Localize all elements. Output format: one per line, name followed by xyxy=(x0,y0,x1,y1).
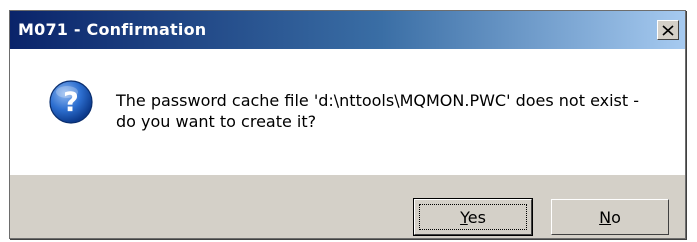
no-button[interactable]: No xyxy=(551,199,669,235)
yes-mnemonic: Y xyxy=(460,207,468,227)
no-label-rest: o xyxy=(611,207,621,227)
no-mnemonic: N xyxy=(599,207,612,227)
close-icon xyxy=(662,24,674,36)
message-line-2: do you want to create it? xyxy=(116,112,317,131)
svg-text:?: ? xyxy=(63,87,79,118)
close-button[interactable] xyxy=(657,20,679,40)
message-area: ? The password cache file 'd:\nttools\MQ… xyxy=(10,49,685,175)
confirmation-dialog: M071 - Confirmation ? The password cache… xyxy=(9,10,686,239)
no-label: No xyxy=(599,208,621,227)
dialog-title: M071 - Confirmation xyxy=(18,20,207,39)
question-icon: ? xyxy=(49,80,93,124)
yes-label-rest: es xyxy=(467,207,486,227)
yes-label: Yes xyxy=(460,208,486,227)
title-bar[interactable]: M071 - Confirmation xyxy=(10,11,685,49)
confirmation-message: The password cache file 'd:\nttools\MQMO… xyxy=(116,90,665,132)
button-bar: Yes No xyxy=(10,175,685,238)
message-line-1: The password cache file 'd:\nttools\MQMO… xyxy=(116,91,640,110)
yes-button[interactable]: Yes xyxy=(413,198,533,236)
